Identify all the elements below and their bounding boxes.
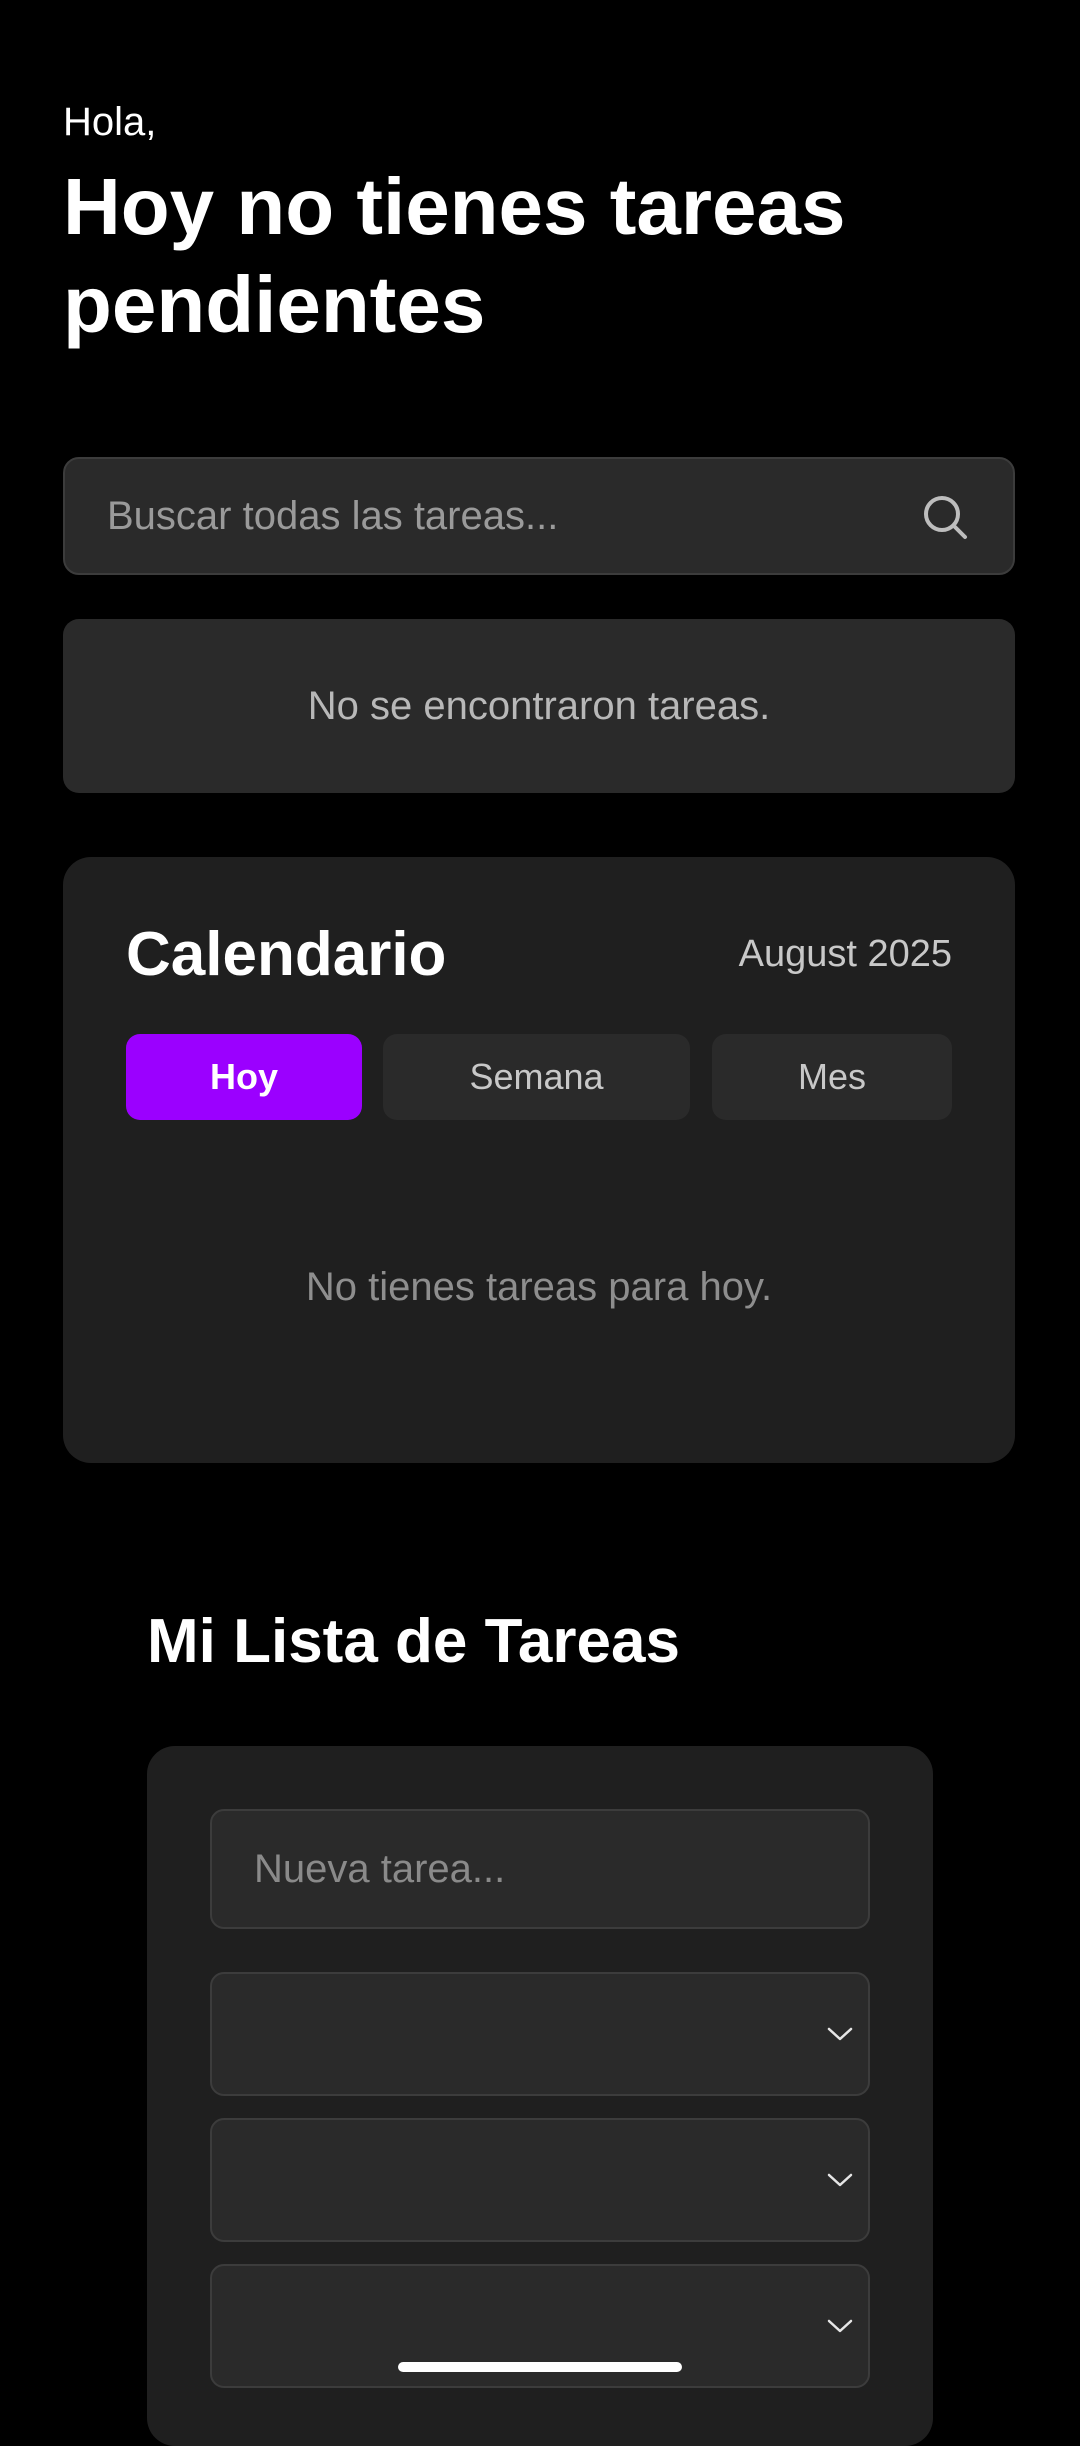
task-select-2[interactable]: [210, 2118, 870, 2242]
calendar-month: August 2025: [738, 933, 952, 975]
task-list-title: Mi Lista de Tareas: [147, 1607, 680, 1676]
search-results-panel: No se encontraron tareas.: [63, 619, 1015, 793]
calendar-empty-message: No tienes tareas para hoy.: [305, 1265, 773, 1309]
search-icon[interactable]: [921, 493, 969, 541]
calendar-title: Calendario: [126, 920, 447, 989]
page-title: Hoy no tienes tareas pendientes: [63, 162, 846, 349]
task-list-card: [147, 1746, 933, 2446]
search-box[interactable]: [63, 457, 1015, 575]
task-select-1[interactable]: [210, 1972, 870, 2096]
chevron-down-icon: [827, 2173, 853, 2187]
tab-semana[interactable]: Semana: [383, 1034, 690, 1120]
calendar-card: Calendario August 2025 Hoy Semana Mes No…: [63, 857, 1015, 1463]
chevron-down-icon: [827, 2319, 853, 2333]
tab-hoy[interactable]: Hoy: [126, 1034, 362, 1120]
home-indicator[interactable]: [398, 2362, 682, 2372]
greeting: Hola,: [63, 100, 157, 144]
new-task-input[interactable]: [210, 1809, 870, 1929]
search-input[interactable]: [107, 459, 927, 573]
no-results-message: No se encontraron tareas.: [307, 683, 771, 728]
tab-mes[interactable]: Mes: [712, 1034, 952, 1120]
chevron-down-icon: [827, 2027, 853, 2041]
